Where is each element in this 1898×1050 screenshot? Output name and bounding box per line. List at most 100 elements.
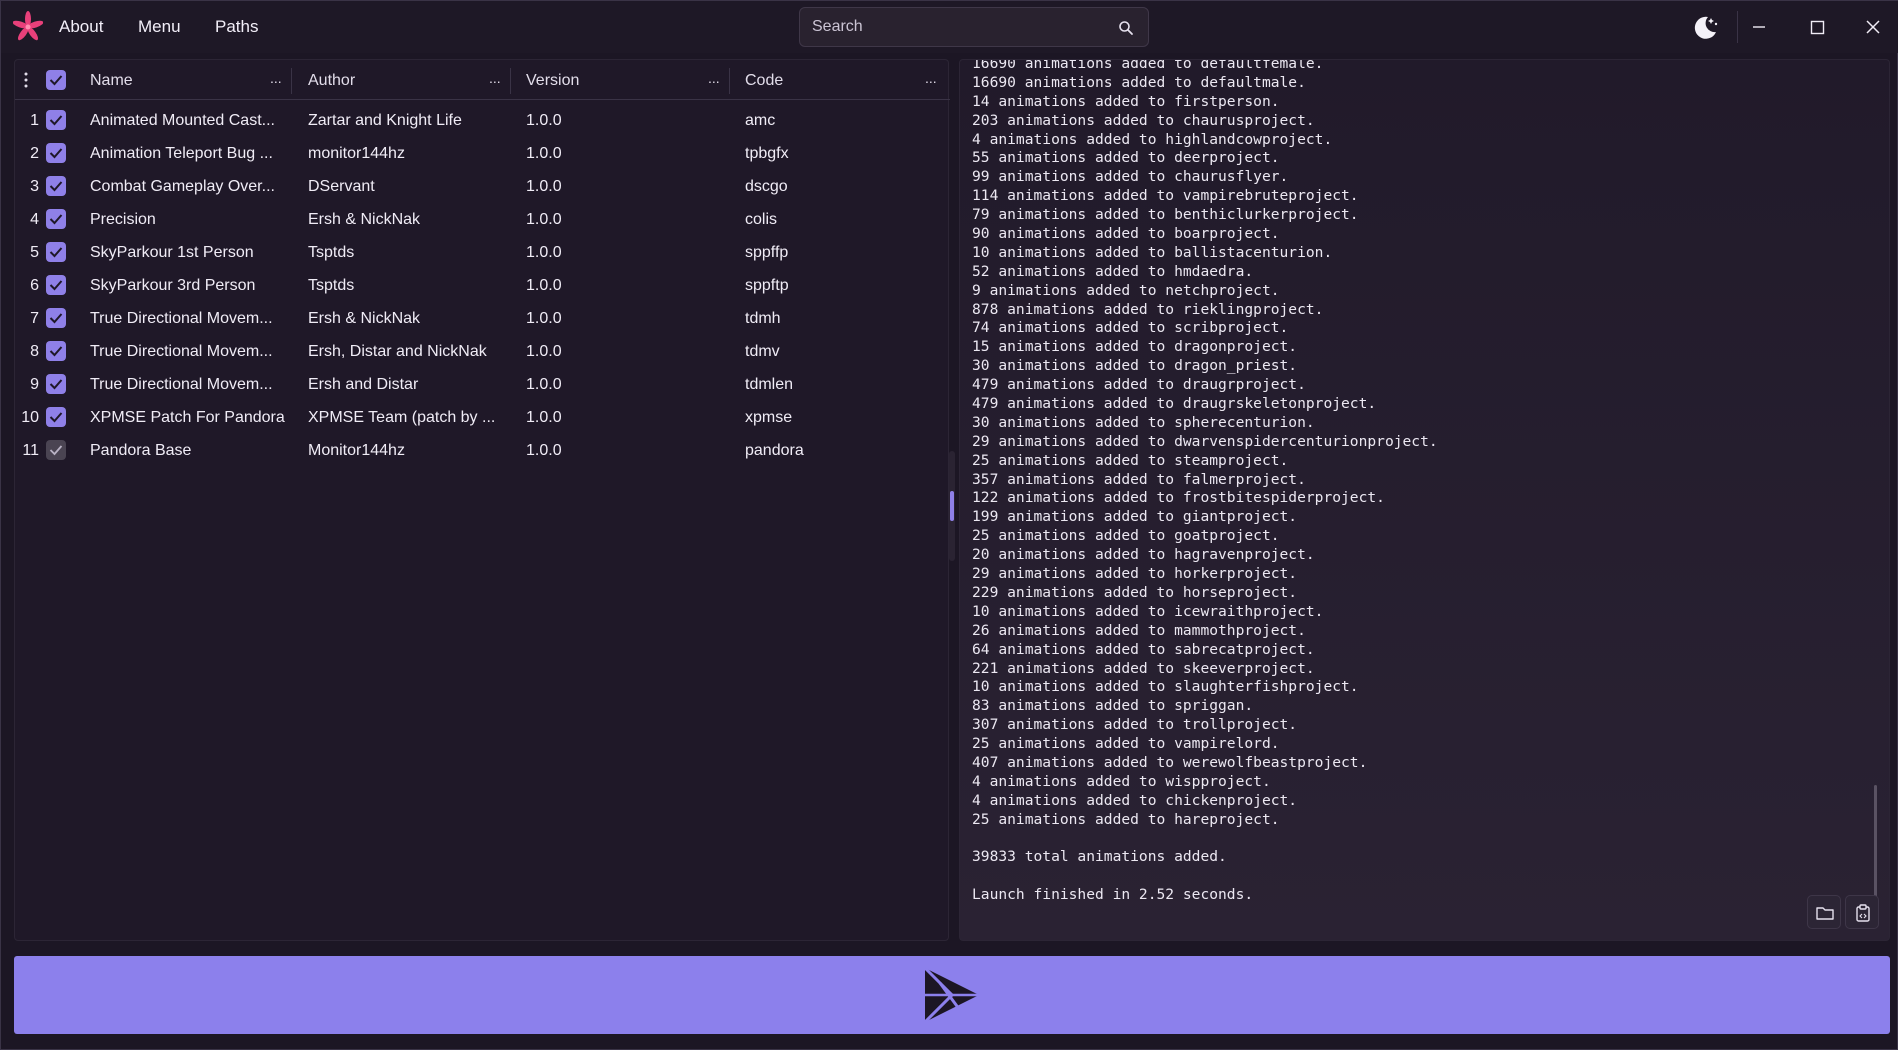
row-checkbox[interactable]	[46, 308, 66, 328]
clipboard-icon	[1856, 904, 1870, 922]
table-row[interactable]: 10 XPMSE Patch For Pandora XPMSE Team (pat…	[15, 401, 950, 434]
row-version: 1.0.0	[526, 343, 562, 360]
row-code: sppftp	[745, 277, 789, 294]
select-all-checkbox[interactable]	[46, 70, 66, 90]
row-author: Monitor144hz	[308, 442, 405, 459]
row-name: True Directional Movem...	[90, 343, 273, 360]
row-author: monitor144hz	[308, 145, 405, 162]
flower-logo-icon	[13, 11, 43, 41]
column-separator[interactable]	[510, 68, 511, 94]
row-checkbox[interactable]	[46, 275, 66, 295]
log-line: 10 animations added to slaughterfishproj…	[972, 678, 1359, 696]
table-row[interactable]: 3 Combat Gameplay Over... DServant 1.0.0 dsc…	[15, 170, 950, 203]
row-name: Pandora Base	[90, 442, 192, 459]
log-line: 29 animations added to dwarvenspidercent…	[972, 432, 1438, 450]
row-checkbox[interactable]	[46, 341, 66, 361]
row-code: tdmh	[745, 310, 781, 327]
log-line: 90 animations added to boarproject.	[972, 225, 1280, 243]
log-line: 30 animations added to dragon_priest.	[972, 357, 1298, 375]
copy-log-button[interactable]	[1845, 895, 1879, 929]
row-index: 10	[21, 409, 39, 426]
log-line: 878 animations added to rieklingproject.	[972, 300, 1324, 318]
kebab-menu-icon[interactable]	[23, 72, 29, 88]
log-line: 16690 animations added to defaultmale.	[972, 73, 1306, 91]
log-line: 39833 total animations added.	[972, 848, 1227, 866]
table-row[interactable]: 2 Animation Teleport Bug ... monitor144hz 1…	[15, 137, 950, 170]
row-code: xpmse	[745, 409, 793, 426]
table-row[interactable]: 6 SkyParkour 3rd Person Tsptds 1.0.0 sppftp	[15, 269, 950, 302]
version-column-menu[interactable]: ...	[708, 70, 720, 86]
table-header: Name ... Author ... Version ... Code ...	[15, 60, 950, 100]
row-checkbox[interactable]	[46, 209, 66, 229]
row-code: amc	[745, 112, 776, 129]
row-name: True Directional Movem...	[90, 310, 273, 327]
panel-splitter-handle[interactable]	[950, 491, 954, 521]
open-folder-button[interactable]	[1807, 895, 1841, 929]
log-line: 83 animations added to spriggan.	[972, 697, 1254, 715]
search-input[interactable]	[800, 8, 1110, 46]
name-column-menu[interactable]: ...	[270, 70, 282, 86]
log-line: 16690 animations added to defaultfemale.	[972, 59, 1324, 72]
row-name: XPMSE Patch For Pandora	[90, 409, 285, 426]
search-icon[interactable]	[1118, 20, 1134, 36]
row-code: sppffp	[745, 244, 789, 261]
table-row[interactable]: 7 True Directional Movem... Ersh & NickNak…	[15, 302, 950, 335]
row-name: Animation Teleport Bug ...	[90, 145, 273, 162]
launch-button[interactable]	[14, 956, 1890, 1034]
author-column-menu[interactable]: ...	[489, 70, 501, 86]
row-name: SkyParkour 1st Person	[90, 244, 254, 261]
menu-paths[interactable]: Paths	[215, 17, 258, 37]
row-checkbox[interactable]	[46, 242, 66, 262]
row-name: Combat Gameplay Over...	[90, 178, 275, 195]
row-name: True Directional Movem...	[90, 376, 273, 393]
close-icon[interactable]	[1859, 13, 1887, 41]
table-row[interactable]: 11 Pandora Base Monitor144hz 1.0.0 pandora	[15, 434, 950, 467]
row-checkbox[interactable]	[46, 407, 66, 427]
row-index: 1	[30, 112, 39, 129]
header-name[interactable]: Name	[90, 72, 133, 90]
row-code: pandora	[745, 442, 804, 459]
row-author: DServant	[308, 178, 375, 195]
row-checkbox[interactable]	[46, 110, 66, 130]
row-version: 1.0.0	[526, 409, 562, 426]
log-line: 479 animations added to draugrproject.	[972, 376, 1306, 394]
folder-icon	[1816, 907, 1834, 920]
column-separator[interactable]	[291, 68, 292, 94]
table-row[interactable]: 8 True Directional Movem... Ersh, Distar a…	[15, 335, 950, 368]
log-line: 26 animations added to mammothproject.	[972, 621, 1306, 639]
maximize-icon[interactable]	[1803, 13, 1831, 41]
row-index: 4	[30, 211, 39, 228]
column-separator[interactable]	[729, 68, 730, 94]
table-row[interactable]: 1 Animated Mounted Cast... Zartar and Knig…	[15, 104, 950, 137]
row-index: 5	[30, 244, 39, 261]
menu-menu[interactable]: Menu	[138, 17, 181, 37]
log-line: 25 animations added to hareproject.	[972, 810, 1280, 828]
log-line: 4 animations added to highlandcowproject…	[972, 130, 1333, 148]
search-box	[799, 7, 1149, 47]
table-row[interactable]: 5 SkyParkour 1st Person Tsptds 1.0.0 sppffp	[15, 236, 950, 269]
log-line: 25 animations added to vampirelord.	[972, 735, 1280, 753]
table-row[interactable]: 4 Precision Ersh & NickNak 1.0.0 colis	[15, 203, 950, 236]
header-code[interactable]: Code	[745, 72, 783, 90]
row-version: 1.0.0	[526, 178, 562, 195]
row-name: SkyParkour 3rd Person	[90, 277, 256, 294]
header-author[interactable]: Author	[308, 72, 355, 90]
table-row[interactable]: 9 True Directional Movem... Ersh and Dista…	[15, 368, 950, 401]
log-line: 15 animations added to dragonproject.	[972, 338, 1298, 356]
plugin-table: Name ... Author ... Version ... Code ...…	[14, 59, 950, 941]
code-column-menu[interactable]: ...	[925, 70, 937, 86]
row-index: 6	[30, 277, 39, 294]
header-version[interactable]: Version	[526, 72, 579, 90]
log-line: 307 animations added to trollproject.	[972, 716, 1298, 734]
row-version: 1.0.0	[526, 244, 562, 261]
minimize-icon[interactable]	[1745, 13, 1773, 41]
row-checkbox[interactable]	[46, 143, 66, 163]
row-checkbox[interactable]	[46, 374, 66, 394]
log-line: 29 animations added to horkerproject.	[972, 565, 1298, 583]
log-line: 114 animations added to vampirebruteproj…	[972, 187, 1359, 205]
row-checkbox[interactable]	[46, 176, 66, 196]
log-line: 55 animations added to deerproject.	[972, 149, 1280, 167]
row-code: tdmlen	[745, 376, 794, 393]
menu-about[interactable]: About	[59, 17, 103, 37]
moon-stars-icon[interactable]	[1689, 11, 1721, 43]
